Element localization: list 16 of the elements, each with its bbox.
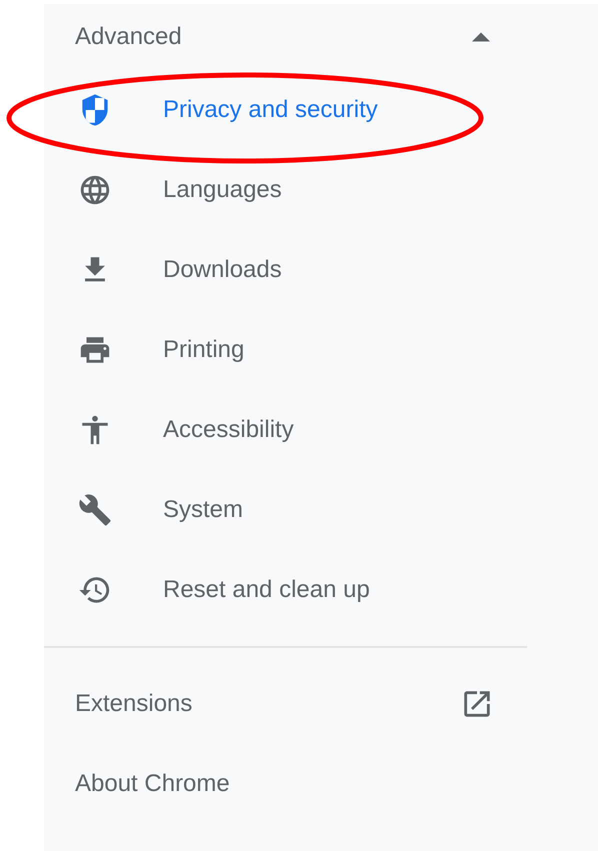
- caret-up-icon: [472, 32, 490, 42]
- link-label: Extensions: [75, 690, 192, 718]
- menu-item[interactable]: Downloads: [44, 230, 598, 310]
- menu-item[interactable]: Languages: [44, 150, 598, 230]
- menu-item[interactable]: Reset and clean up: [44, 550, 598, 630]
- menu-item[interactable]: System: [44, 470, 598, 550]
- menu-item[interactable]: Accessibility: [44, 390, 598, 470]
- link-label: About Chrome: [75, 770, 230, 798]
- menu-link[interactable]: About Chrome: [44, 744, 598, 824]
- section-title: Advanced: [75, 23, 182, 51]
- menu-item[interactable]: Printing: [44, 310, 598, 390]
- wrench-icon: [78, 493, 112, 527]
- menu-item[interactable]: Privacy and security: [44, 70, 598, 150]
- globe-icon: [78, 173, 112, 207]
- menu-link[interactable]: Extensions: [44, 664, 598, 744]
- advanced-header[interactable]: Advanced: [44, 4, 598, 70]
